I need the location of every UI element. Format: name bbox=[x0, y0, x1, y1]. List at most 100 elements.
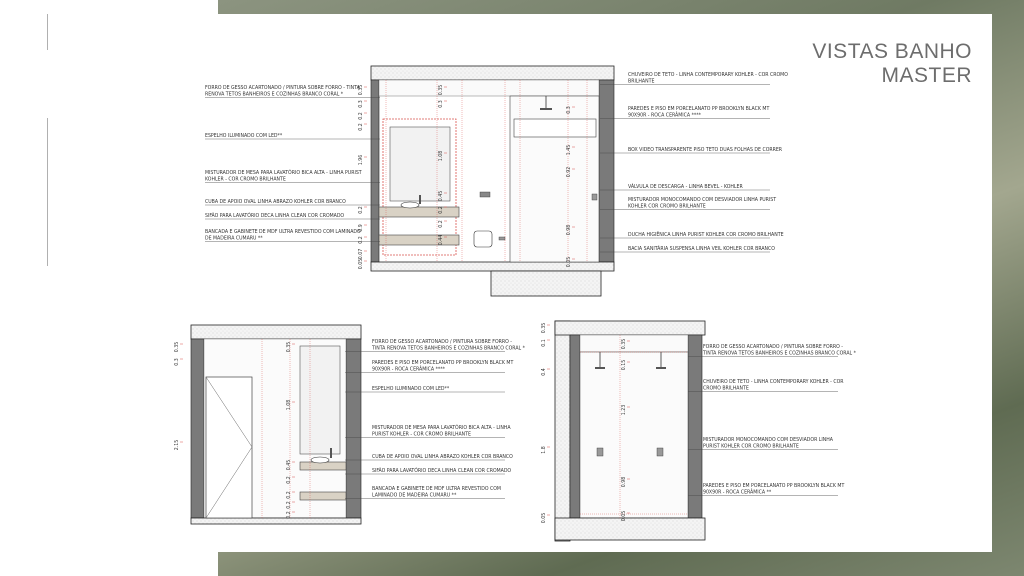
plaster-ceiling bbox=[579, 334, 689, 353]
dimension-label: 2.15 bbox=[174, 440, 180, 450]
shower-head-2 bbox=[656, 367, 666, 369]
callout-line: KOHLER - COR CROMO BRILHANTE bbox=[205, 177, 286, 183]
callout-line: BACIA SANITÁRIA SUSPENSA LINHA VEIL KOHL… bbox=[628, 245, 775, 252]
washbasin bbox=[310, 456, 330, 464]
callout-line: SIFÃO PARA LAVATÓRIO DECA LINHA CLEAN CO… bbox=[205, 212, 344, 219]
callout-label: ESPELHO ILUMINADO COM LED** bbox=[372, 386, 450, 392]
mirror bbox=[299, 345, 341, 455]
callout-line: BOX VIDEO TRANSPARENTE PISO TETO DUAS FO… bbox=[628, 147, 783, 153]
mixer-1 bbox=[596, 447, 604, 457]
vanity-cabinet bbox=[378, 234, 460, 246]
hygienic-shower bbox=[498, 236, 506, 241]
shower-head bbox=[540, 108, 552, 110]
callouts-right: CHUVEIRO DE TETO - LINHA CONTEMPORARY KO… bbox=[600, 72, 788, 253]
callout-label: MISTURADOR MONOCOMANDO COM DESVIADOR LIN… bbox=[703, 437, 834, 450]
callout-line: TINTA RENOVA TETOS BANHEIROS E COZINHAS … bbox=[702, 351, 857, 357]
dimension-label: 0.35 bbox=[286, 342, 292, 352]
dimension-label: 0.2 bbox=[358, 123, 364, 130]
floor-slab bbox=[370, 261, 615, 272]
callout-label: VÁLVULA DE DESCARGA - LINHA BEVEL - KOHL… bbox=[628, 183, 743, 190]
dimension-label: 0.3 bbox=[438, 100, 444, 107]
callout-line: MISTURADOR DE MESA PARA LAVATÓRIO BICA A… bbox=[205, 169, 362, 176]
faucet bbox=[419, 195, 421, 204]
callout-line: SIFÃO PARA LAVATÓRIO DECA LINHA CLEAN CO… bbox=[372, 467, 511, 474]
mixer-2 bbox=[656, 447, 664, 457]
callout-label: FORRO DE GESSO ACARTONADO / PINTURA SOBR… bbox=[702, 344, 857, 357]
floor-slab bbox=[554, 517, 706, 541]
callout-line: LAMINADO DE MADEIRA CUMARU ** bbox=[372, 493, 457, 499]
callout-label: BANCADA E GABINETE DE MDF ULTRA REVESTID… bbox=[372, 486, 501, 499]
dimension-label: 0.92 bbox=[566, 167, 572, 177]
callout-line: FORRO DE GESSO ACARTONADO / PINTURA SOBR… bbox=[205, 85, 361, 91]
dimension-label: 1.23 bbox=[621, 405, 627, 415]
callout-label: SIFÃO PARA LAVATÓRIO DECA LINHA CLEAN CO… bbox=[205, 212, 344, 219]
wall-right bbox=[598, 79, 615, 263]
callout-label: CUBA DE APOIO OVAL LINHA ABRAZO KOHLER C… bbox=[205, 199, 346, 205]
callout-line: MISTURADOR MONOCOMANDO COM DESVIADOR LIN… bbox=[628, 197, 776, 203]
dimension-label: 0.35 bbox=[621, 339, 627, 349]
dimension-label: 0.05 bbox=[541, 513, 547, 523]
callout-label: PAREDES E PISO EM PORCELANATO PP BROOKLY… bbox=[372, 360, 513, 373]
callout-label: FORRO DE GESSO ACARTONADO / PINTURA SOBR… bbox=[371, 339, 526, 352]
ceiling-slab bbox=[370, 65, 615, 81]
vanity-top bbox=[378, 206, 460, 218]
vanity-cabinet bbox=[299, 491, 347, 501]
dimension-label: 1.96 bbox=[358, 155, 364, 165]
callouts-left: FORRO DE GESSO ACARTONADO / PINTURA SOBR… bbox=[205, 85, 380, 242]
callout-label: BANCADA E GABINETE DE MDF ULTRA REVESTID… bbox=[205, 229, 361, 242]
dimension-label: 0.2 bbox=[358, 112, 364, 119]
dimension-label: 0.44 bbox=[438, 235, 444, 245]
callout-line: RENOVA TETOS BANHEIROS E COZINHAS BRANCO… bbox=[205, 92, 344, 98]
vanity-top bbox=[299, 461, 347, 471]
dimension-label: 0.05 bbox=[566, 257, 572, 267]
toilet bbox=[473, 230, 493, 248]
dimension-label: 0.2 bbox=[286, 501, 292, 508]
plaster-ceiling bbox=[378, 79, 600, 97]
callout-label: SIFÃO PARA LAVATÓRIO DECA LINHA CLEAN CO… bbox=[372, 467, 511, 474]
callout-line: CUBA DE APOIO OVAL LINHA ABRAZO KOHLER C… bbox=[372, 454, 513, 460]
dimension-label: 0.07 bbox=[358, 249, 364, 259]
dimension-label: 0.98 bbox=[566, 225, 572, 235]
callout-line: MISTURADOR MONOCOMANDO COM DESVIADOR LIN… bbox=[703, 437, 834, 443]
callout-line: FORRO DE GESSO ACARTONADO / PINTURA SOBR… bbox=[372, 339, 512, 345]
wall-left bbox=[190, 338, 205, 519]
callout-label: MISTURADOR MONOCOMANDO COM DESVIADOR LIN… bbox=[628, 197, 776, 210]
dimension-label: 0.05 bbox=[621, 511, 627, 521]
callout-line: PURIST KOHLER - COR CROMO BRILHANTE bbox=[372, 432, 471, 438]
dimension-label: 0.3 bbox=[566, 106, 572, 113]
callout-line: PURIST KOHLER COR CROMO BRILHANTE bbox=[703, 444, 799, 450]
floor-slab bbox=[190, 517, 362, 525]
dimension-label: 0.35 bbox=[541, 323, 547, 333]
callout-line: BANCADA E GABINETE DE MDF ULTRA REVESTID… bbox=[205, 229, 361, 235]
callout-label: CHUVEIRO DE TETO - LINHA CONTEMPORARY KO… bbox=[703, 379, 844, 392]
callout-line: ESPELHO ILUMINADO COM LED** bbox=[372, 386, 450, 392]
shower-wall bbox=[579, 351, 689, 519]
dimension-label: 0.35 bbox=[174, 342, 180, 352]
wall-left bbox=[569, 334, 581, 519]
slab-left bbox=[554, 320, 571, 542]
faucet bbox=[330, 448, 332, 458]
dimension-label: 0.3 bbox=[358, 100, 364, 107]
wall-right bbox=[687, 334, 703, 519]
dimension-label: 0.2 bbox=[438, 206, 444, 213]
wall-right bbox=[345, 338, 362, 519]
dimension-label: 0.3 bbox=[174, 358, 180, 365]
callout-label: MISTURADOR DE MESA PARA LAVATÓRIO BICA A… bbox=[205, 169, 362, 183]
mirror bbox=[389, 126, 451, 202]
shower-mixer bbox=[591, 193, 598, 201]
shower-recess bbox=[490, 270, 602, 297]
dimension-label: 0.2 bbox=[286, 511, 292, 518]
washbasin bbox=[400, 201, 420, 209]
dimension-label: 0.45 bbox=[438, 191, 444, 201]
callout-line: PAREDES E PISO EM PORCELANATO PP BROOKLY… bbox=[703, 483, 844, 489]
callout-line: CROMO BRILHANTE bbox=[703, 386, 749, 392]
callouts: FORRO DE GESSO ACARTONADO / PINTURA SOBR… bbox=[688, 344, 857, 496]
callout-line: 90X90R - ROCA CERÂMICA **** bbox=[372, 366, 446, 373]
callout-line: PAREDES E PISO EM PORCELANATO PP BROOKLY… bbox=[628, 106, 769, 112]
dimension-label: 1.45 bbox=[566, 145, 572, 155]
shower-niche bbox=[513, 118, 597, 138]
dimension-label: 1.08 bbox=[286, 400, 292, 410]
wall-left bbox=[370, 79, 380, 263]
dimension-label: 0.2 bbox=[358, 206, 364, 213]
dimension-label: 1.08 bbox=[438, 151, 444, 161]
